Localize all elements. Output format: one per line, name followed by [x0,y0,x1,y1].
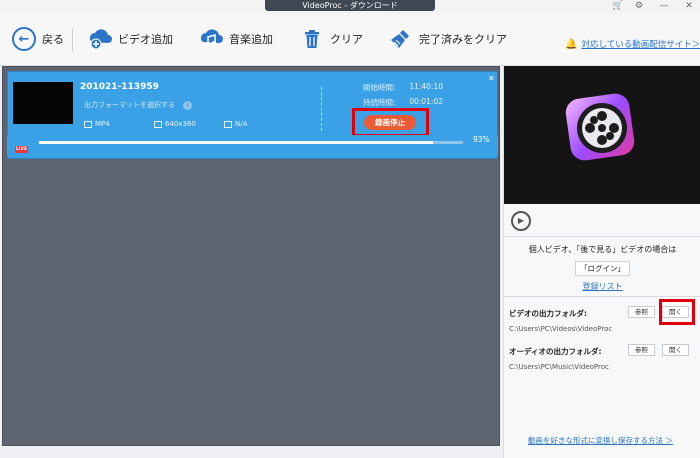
task-filename: 201021-113959 [80,82,159,92]
resolution-value: 640x360 [165,120,196,128]
broom-icon [389,28,413,50]
clear-button[interactable]: クリア [300,26,363,52]
toolbar: ← 戻る ビデオ追加 音楽追加 クリア 完了済みをクリア 🔔 対応している動画配… [0,14,700,66]
video-folder-path: C:\Users\PC\Videos\VideoProc [509,325,613,333]
add-music-icon [199,28,223,50]
login-hint: 個人ビデオ、「後で見る」ビデオの場合は [528,245,677,254]
start-time-row: 開始時間: 11:40:10 [363,82,443,93]
stop-highlight-box [352,108,429,137]
add-music-label: 音楽追加 [229,33,273,46]
back-button[interactable]: ← 戻る [12,26,64,52]
resolution-icon [154,120,162,128]
clear-label: クリア [330,33,363,46]
video-thumbnail [13,82,73,124]
info-icon[interactable]: i [183,100,192,110]
size-value: N/A [235,120,248,128]
format-meta: MP4 [84,120,110,128]
task-close-icon[interactable]: ✕ [488,74,495,83]
live-badge: LIVE [15,146,28,153]
close-icon[interactable]: ✕ [680,0,698,13]
format-hint-label: 出力フォーマットを選択する [84,101,175,109]
side-panel: ▶ 個人ビデオ、「後で見る」ビデオの場合は 「ログイン」 登録リスト ビデオの出… [503,66,700,458]
start-time-value: 11:40:10 [409,82,443,91]
video-preview [504,66,700,204]
duration-label: 持続時間: [363,98,396,107]
progress-percent: 93% [473,135,490,144]
add-video-icon [88,28,112,50]
audio-browse-button[interactable]: 参照 [628,344,655,356]
video-folder-label: ビデオの出力フォルダ: [509,309,587,318]
resolution-meta: 640x360 [154,120,196,128]
title-bar: VideoProc - ダウンロード 🛒 ⚙ — ✕ [0,0,700,14]
add-video-label: ビデオ追加 [118,33,173,46]
login-button[interactable]: 「ログイン」 [575,261,630,276]
toolbar-divider [72,28,73,52]
app-window: VideoProc - ダウンロード 🛒 ⚙ — ✕ ← 戻る ビデオ追加 音楽… [0,0,700,458]
format-selector[interactable]: 出力フォーマットを選択する i [84,100,192,110]
add-music-button[interactable]: 音楽追加 [199,26,273,52]
audio-folder-path: C:\Users\PC\Music\VideoProc [509,363,609,371]
play-button[interactable]: ▶ [511,211,531,231]
film-icon [84,120,92,128]
task-progress: LIVE 93% [7,135,498,155]
add-video-button[interactable]: ビデオ追加 [88,26,173,52]
video-browse-button[interactable]: 参照 [628,306,655,318]
supported-sites-label: 対応している動画配信サイト＞ [581,40,700,50]
progress-fill [39,141,434,144]
supported-sites-link[interactable]: 🔔 対応している動画配信サイト＞ [565,38,700,51]
open-highlight-box [659,299,695,325]
audio-folder-label: オーディオの出力フォルダ: [509,347,602,356]
login-section: 個人ビデオ、「後で見る」ビデオの場合は 「ログイン」 登録リスト [504,236,700,292]
panel-divider [504,296,700,297]
cart-icon[interactable]: 🛒 [609,0,627,13]
back-arrow-icon: ← [12,27,36,51]
format-value: MP4 [95,120,110,128]
duration-row: 持続時間: 00:01:02 [363,97,443,108]
download-list: 201021-113959 出力フォーマットを選択する i MP4 640x36… [2,66,500,446]
trash-icon [300,28,324,50]
progress-track [39,141,463,144]
clear-completed-label: 完了済みをクリア [419,33,507,46]
gear-icon[interactable]: ⚙ [630,0,648,13]
start-time-label: 開始時間: [363,83,396,92]
convert-help-link[interactable]: 動画を好きな形式に変換し保存する方法 ＞ [528,435,673,446]
card-divider [321,87,322,131]
clear-completed-button[interactable]: 完了済みをクリア [389,26,507,52]
register-list-link[interactable]: 登録リスト [504,281,700,292]
bell-icon: 🔔 [565,38,578,50]
audio-open-button[interactable]: 開く [662,344,689,356]
minimize-icon[interactable]: — [655,0,673,13]
size-meta: N/A [224,120,247,128]
back-label: 戻る [42,33,64,46]
window-title: VideoProc - ダウンロード [265,0,435,11]
file-icon [224,120,232,128]
duration-value: 00:01:02 [409,97,443,106]
videoproc-logo-icon [565,93,635,161]
